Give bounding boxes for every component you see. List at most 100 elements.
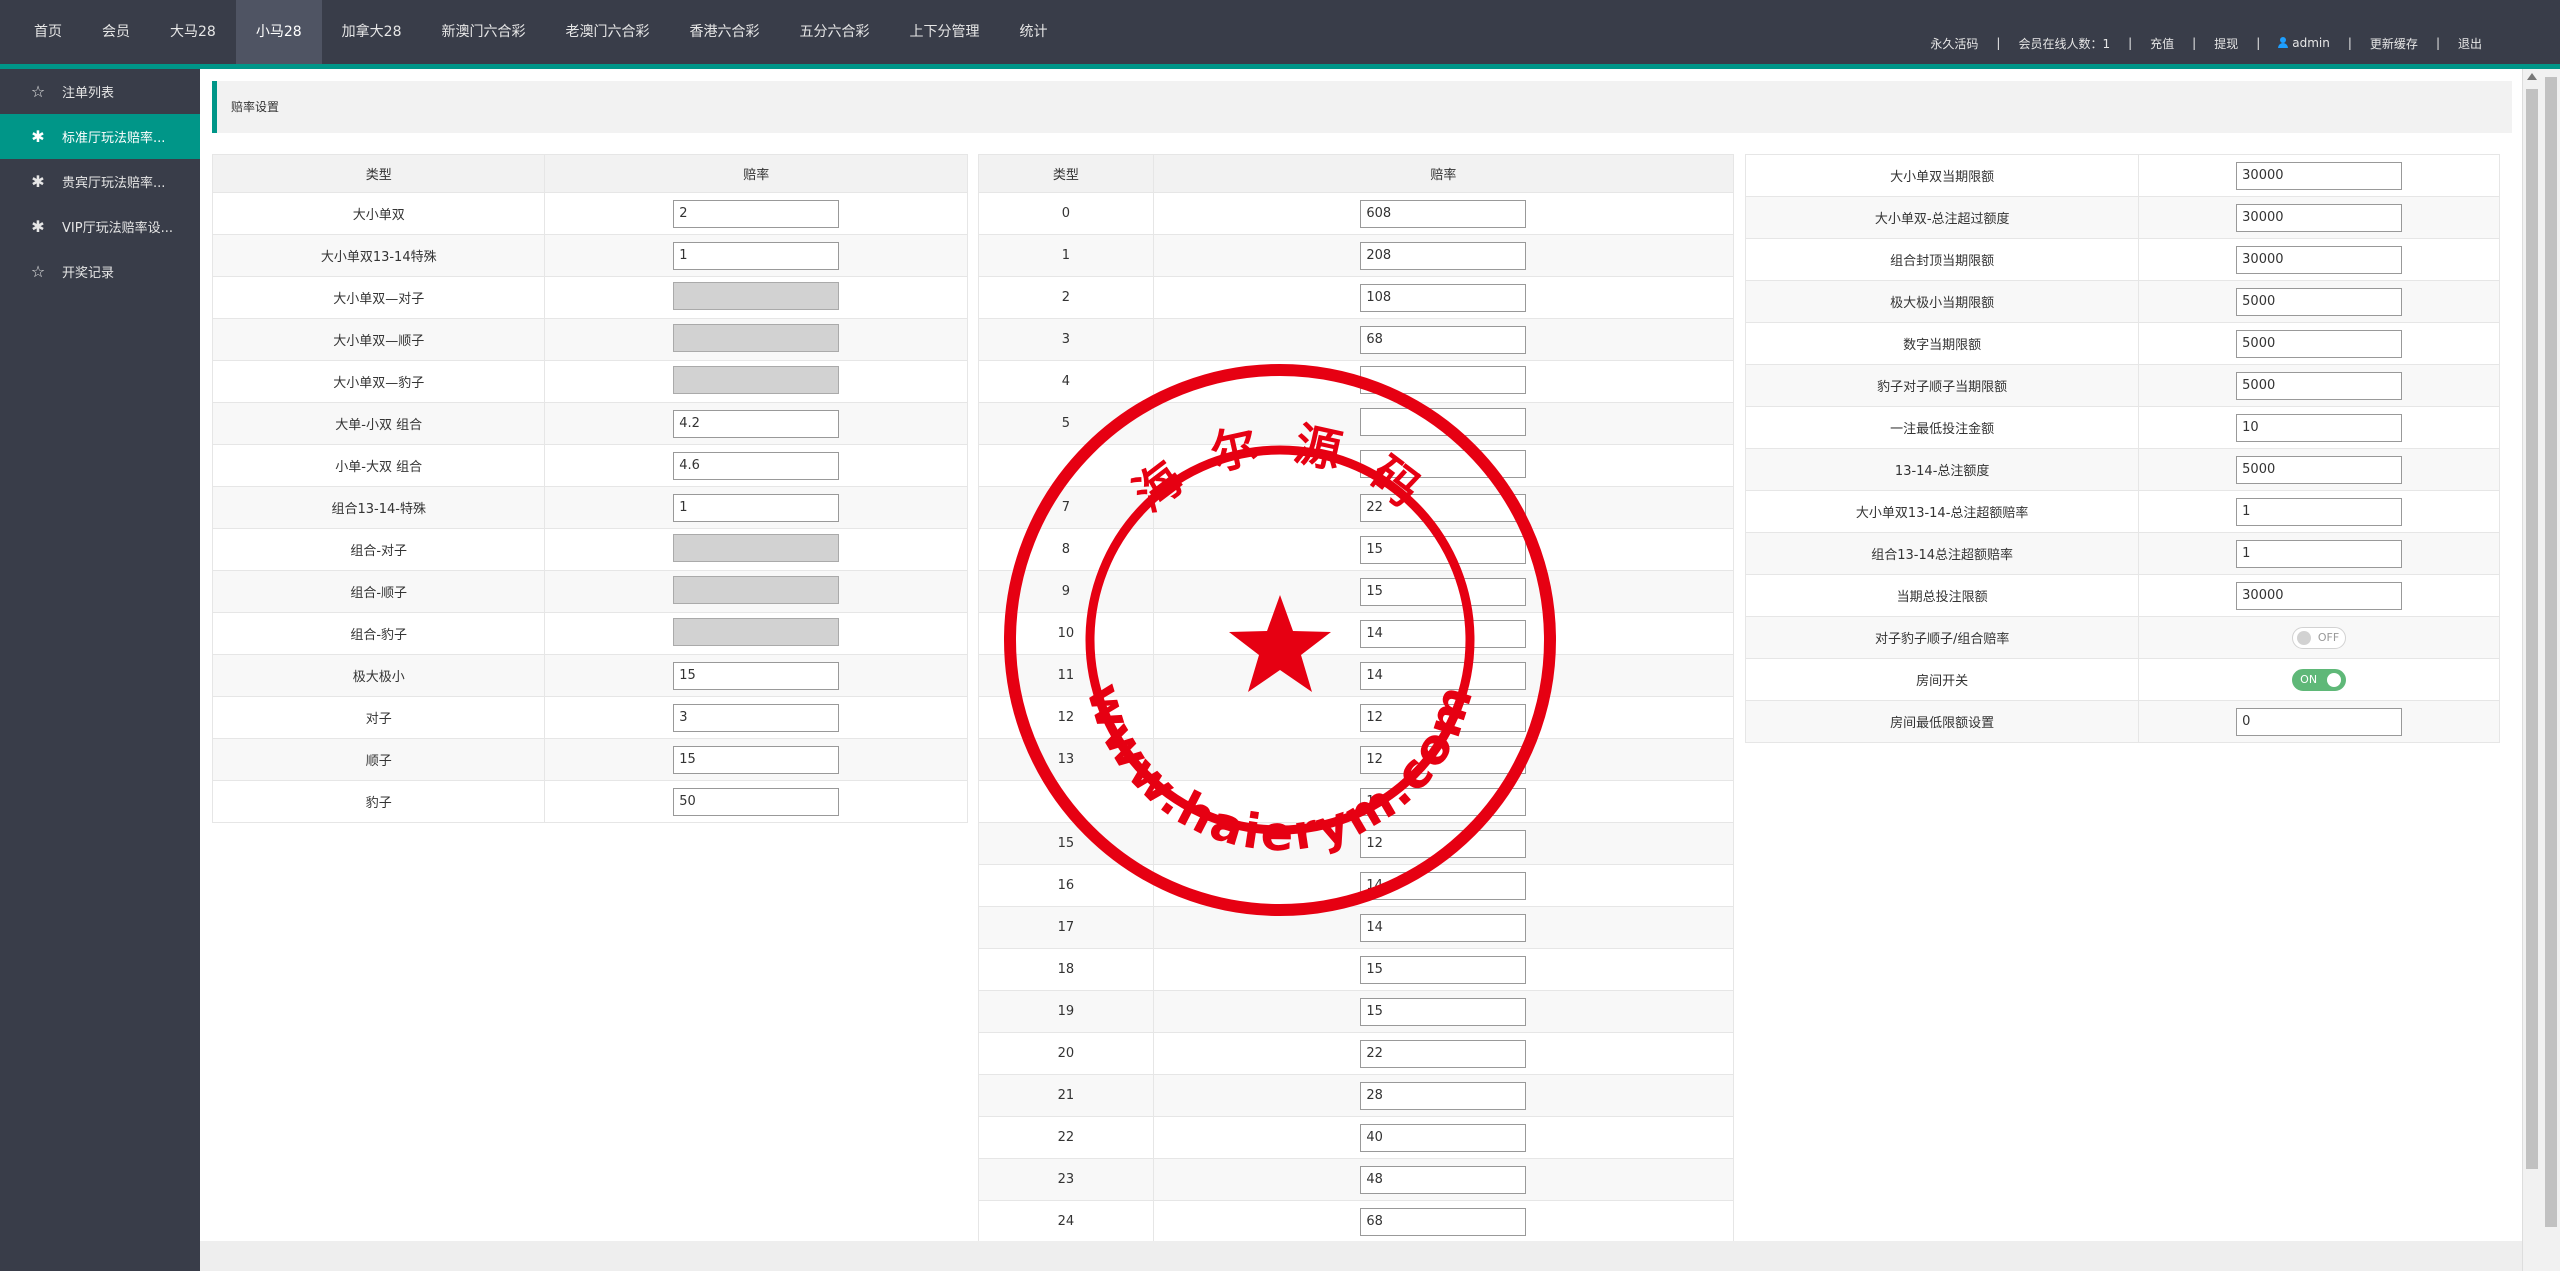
nav-item[interactable]: 统计 — [999, 0, 1067, 64]
limit-input[interactable]: 30000 — [2236, 203, 2403, 232]
limit-input[interactable]: 30000 — [2236, 581, 2403, 610]
limit-input[interactable]: 1 — [2236, 539, 2403, 568]
odds-input[interactable]: 68 — [1360, 325, 1527, 354]
row-value-cell: 22 — [1152, 486, 1735, 529]
odds-input[interactable] — [1360, 407, 1527, 436]
row-value-cell: 14 — [1152, 654, 1735, 697]
odds-input[interactable]: 68 — [1360, 1207, 1527, 1236]
sidebar-item[interactable]: ☆ 注单列表 — [0, 69, 200, 114]
odds-input[interactable]: 15 — [1360, 577, 1527, 606]
row-label: 极大极小当期限额 — [1744, 280, 2140, 323]
table-row: 大小单双13-14特殊 1 — [211, 234, 968, 277]
odds-input[interactable]: 14 — [1360, 661, 1527, 690]
nav-item[interactable]: 加拿大28 — [322, 0, 422, 64]
odds-input[interactable]: 15 — [1360, 955, 1527, 984]
limit-input[interactable]: 5000 — [2236, 455, 2403, 484]
nav-item[interactable]: 上下分管理 — [889, 0, 999, 64]
odds-input[interactable]: 15 — [673, 745, 840, 774]
odds-input[interactable]: 3 — [673, 703, 840, 732]
limit-input[interactable]: 30000 — [2236, 245, 2403, 274]
odds-input[interactable]: 40 — [1360, 1123, 1527, 1152]
odds-input[interactable]: 1 — [673, 493, 840, 522]
odds-input[interactable]: 22 — [1360, 493, 1527, 522]
odds-input[interactable]: 22 — [1360, 1039, 1527, 1068]
odds-input[interactable]: 2 — [673, 199, 840, 228]
odds-input[interactable]: 208 — [1360, 241, 1527, 270]
odds-input[interactable] — [1360, 449, 1527, 478]
limit-input[interactable]: 10 — [2236, 413, 2403, 442]
odds-input[interactable]: 4.2 — [673, 409, 840, 438]
table-row: 0 608 — [978, 192, 1735, 235]
toggle-switch[interactable]: OFF — [2292, 626, 2347, 649]
odds-input[interactable]: 12 — [1360, 703, 1527, 732]
odds-input[interactable]: 608 — [1360, 199, 1527, 228]
odds-input[interactable]: 12 — [1360, 787, 1527, 816]
user-menu[interactable]: admin — [2260, 36, 2348, 50]
withdraw-link[interactable]: 提现 — [2196, 35, 2256, 52]
odds-input[interactable]: 14 — [1360, 619, 1527, 648]
odds-input[interactable]: 108 — [1360, 283, 1527, 312]
nav-item[interactable]: 新澳门六合彩 — [421, 0, 545, 64]
limit-input[interactable]: 5000 — [2236, 287, 2403, 316]
nav-item[interactable]: 小马28 — [235, 0, 322, 64]
sidebar-item[interactable]: ✱ 标准厅玩法赔率... — [0, 114, 200, 159]
sidebar-item[interactable]: ✱ 贵宾厅玩法赔率... — [0, 159, 200, 204]
refresh-cache-link[interactable]: 更新缓存 — [2352, 35, 2436, 52]
table-row: 11 14 — [978, 654, 1735, 697]
limit-input[interactable]: 30000 — [2236, 161, 2403, 190]
row-label: 12 — [978, 696, 1154, 739]
nav-item[interactable]: 香港六合彩 — [669, 0, 779, 64]
activate-link[interactable]: 永久活码 — [1912, 35, 1996, 52]
limit-input[interactable]: 1 — [2236, 497, 2403, 526]
odds-input[interactable]: 14 — [1360, 871, 1527, 900]
recharge-link[interactable]: 充值 — [2132, 35, 2192, 52]
row-label: 21 — [978, 1074, 1154, 1117]
row-label: 大小单双13-14特殊 — [211, 234, 546, 277]
toggle-switch[interactable]: ON — [2292, 668, 2347, 691]
row-value-cell: 12 — [1152, 822, 1735, 865]
table-row: 房间开关 ON — [1744, 658, 2500, 701]
odds-input[interactable]: 50 — [673, 787, 840, 816]
row-value-cell: 2 — [544, 192, 968, 235]
row-value-cell: 15 — [1152, 990, 1735, 1033]
sidebar-item[interactable]: ☆ 开奖记录 — [0, 249, 200, 294]
nav-item[interactable]: 五分六合彩 — [779, 0, 889, 64]
limit-input[interactable]: 0 — [2236, 707, 2403, 736]
odds-input[interactable]: 12 — [1360, 745, 1527, 774]
limit-input[interactable]: 5000 — [2236, 329, 2403, 358]
nav-item[interactable]: 首页 — [14, 0, 82, 64]
limit-input[interactable]: 5000 — [2236, 371, 2403, 400]
username: admin — [2292, 36, 2330, 50]
odds-input[interactable]: 15 — [1360, 535, 1527, 564]
odds-input[interactable]: 15 — [673, 661, 840, 690]
sidebar-item[interactable]: ✱ VIP厅玩法赔率设... — [0, 204, 200, 249]
odds-input[interactable]: 4.6 — [673, 451, 840, 480]
content-scrollbar[interactable] — [2522, 69, 2542, 1271]
row-value-cell: 1 — [2138, 532, 2500, 575]
nav-item[interactable]: 老澳门六合彩 — [545, 0, 669, 64]
nav-item[interactable]: 会员 — [82, 0, 150, 64]
top-navbar: 首页 会员 大马28 小马28 加拿大28 新澳门六合彩 老澳门六合彩 香港六合彩 五分六合彩上… — [0, 0, 2560, 64]
odds-input — [673, 365, 840, 394]
odds-input[interactable] — [1360, 365, 1527, 394]
page-scrollbar-thumb[interactable] — [2545, 77, 2557, 1227]
table-row: 组合13-14-特殊 1 — [211, 486, 968, 529]
odds-input[interactable]: 15 — [1360, 997, 1527, 1026]
logout-link[interactable]: 退出 — [2440, 35, 2500, 52]
sidebar-item-label: 标准厅玩法赔率... — [62, 131, 166, 146]
scroll-up-arrow-icon[interactable] — [2527, 73, 2537, 80]
odds-input[interactable]: 48 — [1360, 1165, 1527, 1194]
page-scrollbar[interactable] — [2542, 69, 2560, 1271]
odds-input[interactable]: 28 — [1360, 1081, 1527, 1110]
table-row: 组合13-14总注超额赔率 1 — [1744, 532, 2500, 575]
row-label: 19 — [978, 990, 1154, 1033]
table-row: 3 68 — [978, 318, 1735, 361]
page-title: 赔率设置 — [231, 100, 280, 114]
odds-input[interactable]: 1 — [673, 241, 840, 270]
scrollbar-thumb[interactable] — [2526, 89, 2538, 1169]
odds-input[interactable]: 12 — [1360, 829, 1527, 858]
nav-item[interactable]: 大马28 — [150, 0, 236, 64]
row-label: 当期总投注限额 — [1744, 574, 2140, 617]
odds-input[interactable]: 14 — [1360, 913, 1527, 942]
row-label: 房间开关 — [1744, 658, 2140, 701]
